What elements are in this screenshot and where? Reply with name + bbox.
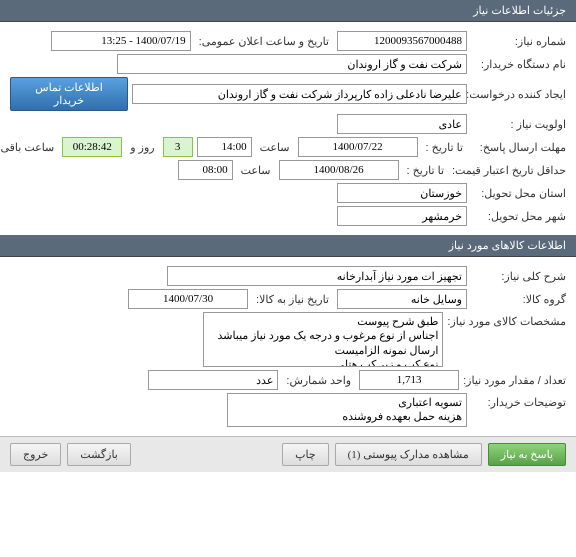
unit-input[interactable]	[148, 370, 278, 390]
creator-input[interactable]	[132, 84, 467, 104]
need-date-label: تاریخ نیاز به کالا:	[252, 293, 333, 306]
buyer-org-label: نام دستگاه خریدار:	[471, 58, 566, 71]
footer-toolbar: پاسخ به نیاز مشاهده مدارک پیوستی (1) چاپ…	[0, 436, 576, 472]
spec-label: مشخصات کالای مورد نیاز:	[447, 312, 566, 328]
remaining-label: ساعت باقی مانده	[0, 141, 58, 154]
print-button[interactable]: چاپ	[282, 443, 329, 466]
exit-button[interactable]: خروج	[10, 443, 61, 466]
section-header-need-info: جزئیات اطلاعات نیاز	[0, 0, 576, 22]
unit-label: واحد شمارش:	[282, 374, 355, 387]
time-remaining-input	[62, 137, 122, 157]
desc-input[interactable]	[167, 266, 467, 286]
buyer-org-input[interactable]	[117, 54, 467, 74]
public-announce-label: تاریخ و ساعت اعلان عمومی:	[195, 35, 333, 48]
price-validity-label: حداقل تاریخ اعتبار قیمت:	[452, 164, 566, 177]
time-label-2: ساعت	[237, 164, 275, 177]
price-validity-time-input[interactable]	[178, 160, 233, 180]
days-remaining-input	[163, 137, 193, 157]
qty-input[interactable]	[359, 370, 459, 390]
back-button[interactable]: بازگشت	[67, 443, 131, 466]
priority-input[interactable]	[337, 114, 467, 134]
city-label: شهر محل تحویل:	[471, 210, 566, 223]
group-input[interactable]	[337, 289, 467, 309]
deadline-date-input[interactable]	[298, 137, 418, 157]
city-input[interactable]	[337, 206, 467, 226]
priority-label: اولویت نیاز :	[471, 118, 566, 131]
to-date-label-1: تا تاریخ :	[422, 141, 467, 154]
to-date-label-2: تا تاریخ :	[403, 164, 448, 177]
attachments-button[interactable]: مشاهده مدارک پیوستی (1)	[335, 443, 482, 466]
respond-button[interactable]: پاسخ به نیاز	[488, 443, 566, 466]
need-number-label: شماره نیاز:	[471, 35, 566, 48]
need-info-panel: شماره نیاز: تاریخ و ساعت اعلان عمومی: نا…	[0, 22, 576, 235]
group-label: گروه کالا:	[471, 293, 566, 306]
deadline-time-input[interactable]	[197, 137, 252, 157]
buyer-note-textarea[interactable]	[227, 393, 467, 427]
province-label: استان محل تحویل:	[471, 187, 566, 200]
public-announce-input[interactable]	[51, 31, 191, 51]
deadline-label: مهلت ارسال پاسخ:	[471, 141, 566, 154]
desc-label: شرح کلی نیاز:	[471, 270, 566, 283]
buyer-note-label: توضیحات خریدار:	[471, 393, 566, 409]
section-header-goods-info: اطلاعات کالاهای مورد نیاز	[0, 235, 576, 257]
province-input[interactable]	[337, 183, 467, 203]
goods-info-panel: شرح کلی نیاز: گروه کالا: تاریخ نیاز به ک…	[0, 257, 576, 436]
price-validity-date-input[interactable]	[279, 160, 399, 180]
contact-button[interactable]: اطلاعات تماس خریدار	[10, 77, 128, 111]
qty-label: تعداد / مقدار مورد نیاز:	[463, 374, 566, 387]
need-date-input[interactable]	[128, 289, 248, 309]
time-label-1: ساعت	[256, 141, 294, 154]
need-number-input[interactable]	[337, 31, 467, 51]
days-and-label: روز و	[126, 141, 158, 154]
spec-textarea[interactable]	[203, 312, 443, 367]
creator-label: ایجاد کننده درخواست:	[471, 88, 566, 101]
